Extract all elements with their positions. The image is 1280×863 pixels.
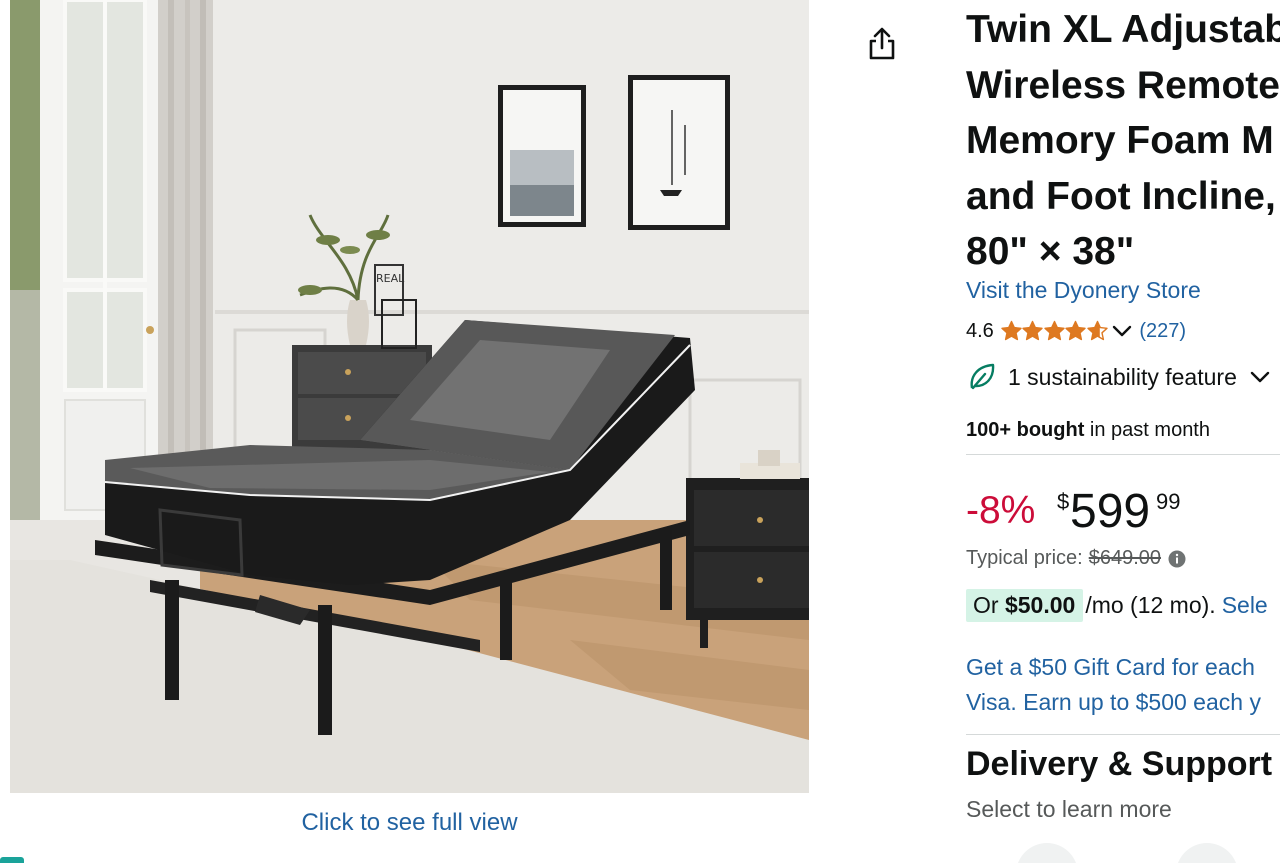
divider — [966, 454, 1280, 455]
product-title: Twin XL Adjustable Wireless Remote, Memo… — [966, 2, 1280, 280]
bought-suffix: in past month — [1089, 419, 1210, 441]
discount-percent: -8% — [966, 489, 1036, 532]
bought-number: 100+ bought — [966, 419, 1085, 441]
promo-line: Get a $50 Gift Card for each — [966, 654, 1255, 680]
delivery-support-heading: Delivery & Support — [966, 745, 1273, 783]
rating-row: 4.6 (227) — [966, 317, 1186, 345]
monthly-suffix: /mo (12 mo). — [1085, 592, 1216, 618]
product-main-image[interactable]: REAL — [10, 0, 809, 793]
star-rating[interactable] — [1000, 320, 1108, 342]
star-icon — [1044, 320, 1065, 341]
product-info-panel: Twin XL Adjustable Wireless Remote, Memo… — [966, 0, 1280, 863]
price-currency: $ — [1057, 489, 1070, 514]
title-line: Wireless Remote, — [966, 63, 1280, 107]
share-button[interactable] — [862, 24, 902, 64]
returns-option-icon[interactable] — [1176, 843, 1238, 863]
monthly-prefix: Or — [973, 592, 999, 618]
store-link[interactable]: Visit the Dyonery Store — [966, 277, 1201, 304]
bed-photo: REAL — [10, 0, 809, 793]
star-icon — [1065, 320, 1087, 341]
monthly-amount: $50.00 — [1004, 592, 1076, 618]
star-icon — [1001, 320, 1022, 341]
chevron-down-icon — [1250, 371, 1270, 383]
monthly-highlight: Or $50.00 — [966, 589, 1084, 622]
star-icon — [1022, 320, 1044, 341]
review-count-link[interactable]: (227) — [1139, 320, 1186, 343]
monthly-payment: Or $50.00 /mo (12 mo). Sele — [966, 589, 1268, 622]
title-line: Twin XL Adjustable — [966, 8, 1280, 51]
sustainability-label: 1 sustainability feature — [1008, 363, 1237, 390]
bought-count: 100+ bought in past month — [966, 419, 1210, 442]
divider — [966, 734, 1280, 735]
full-view-link[interactable]: Click to see full view — [10, 809, 809, 837]
corner-indicator — [0, 857, 24, 863]
leaf-icon — [970, 363, 995, 390]
share-icon — [869, 27, 895, 60]
title-line: 80" × 38" — [966, 230, 1135, 273]
typical-price-label: Typical price: — [966, 547, 1083, 569]
promo-line: Visa. Earn up to $500 each y — [966, 689, 1261, 715]
typical-price: Typical price: $649.00 — [966, 547, 1186, 570]
delivery-support-subtitle[interactable]: Select to learn more — [966, 796, 1172, 823]
star-icon — [1087, 320, 1108, 341]
monthly-select-link[interactable]: Sele — [1222, 592, 1268, 619]
typical-price-value: $649.00 — [1088, 547, 1162, 569]
delivery-option-icon[interactable] — [1016, 843, 1078, 863]
info-icon[interactable] — [1168, 550, 1186, 568]
gift-card-promo-link[interactable]: Get a $50 Gift Card for each Visa. Earn … — [966, 650, 1280, 720]
rating-value: 4.6 — [966, 319, 994, 342]
price-whole: 599 — [1070, 485, 1151, 538]
price-fraction: 99 — [1156, 489, 1181, 514]
title-line: Memory Foam M — [966, 119, 1274, 162]
sustainability-feature[interactable]: 1 sustainability feature — [968, 362, 1271, 392]
chevron-down-icon[interactable] — [1111, 320, 1133, 342]
box-label: REAL — [376, 272, 405, 285]
title-line: and Foot Incline, — [966, 174, 1276, 218]
